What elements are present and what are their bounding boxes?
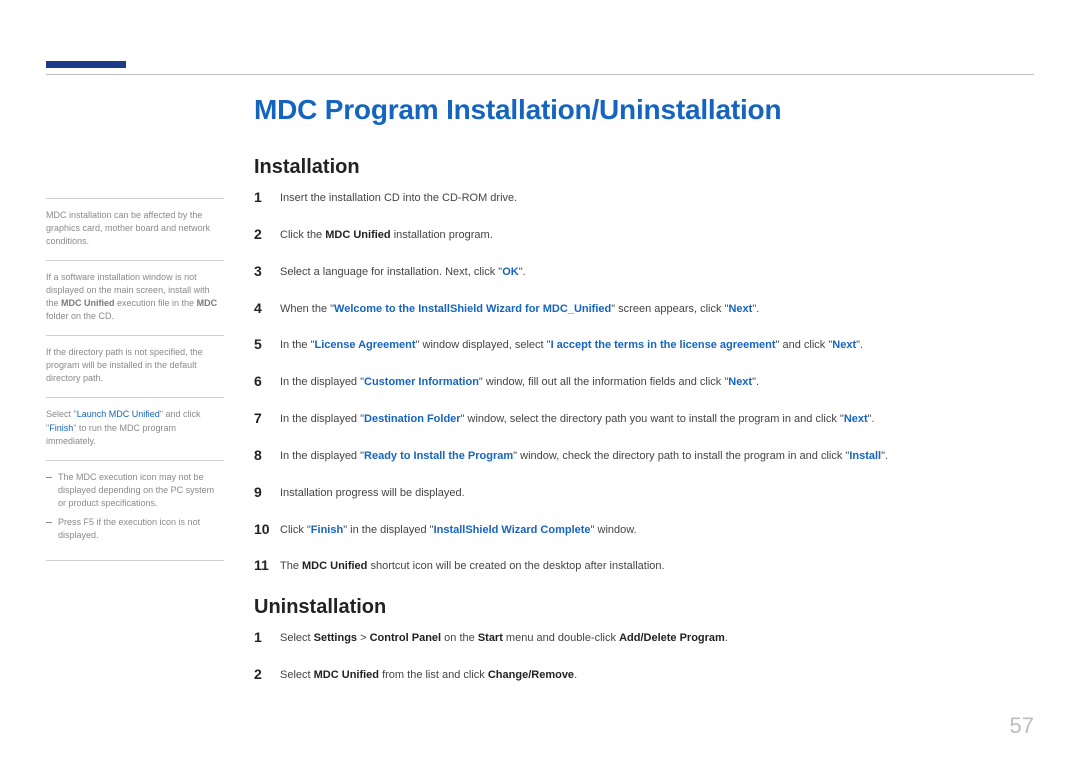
step-text: Insert the installation CD into the CD-R… [280,192,517,204]
step-bold: MDC Unified [325,229,390,241]
step-6: In the displayed "Customer Information" … [254,375,1034,390]
step-text: Select [280,669,314,681]
step-text: ". [881,450,888,462]
step-text: " screen appears, click " [611,303,728,315]
step-highlight: Ready to Install the Program [364,450,513,462]
step-highlight: Finish [311,524,343,536]
note-3: If the directory path is not specified, … [46,335,224,397]
note-text: The MDC execution icon may not be displa… [58,472,214,508]
page-number: 57 [1010,713,1034,739]
step-bold: Start [478,632,503,644]
step-1: Select Settings > Control Panel on the S… [254,631,1034,646]
step-text: on the [441,632,478,644]
step-bold: MDC Unified [302,560,367,572]
step-highlight: I accept the terms in the license agreem… [551,339,776,351]
step-bold: Change/Remove [488,669,574,681]
step-text: ". [752,303,759,315]
note-text: MDC installation can be affected by the … [46,210,210,246]
step-text: Select a language for installation. Next… [280,266,502,278]
step-text: from the list and click [379,669,488,681]
step-text: The [280,560,302,572]
note-highlight: Finish [49,423,73,433]
step-text: " and click " [776,339,833,351]
step-text: > [357,632,370,644]
step-8: In the displayed "Ready to Install the P… [254,449,1034,464]
step-highlight: Destination Folder [364,413,461,425]
note-2: If a software installation window is not… [46,260,224,335]
step-bold: Add/Delete Program [619,632,725,644]
step-text: menu and double-click [503,632,619,644]
accent-bar [46,61,126,68]
section-heading-installation: Installation [254,156,1034,179]
step-text: " in the displayed " [343,524,433,536]
step-bold: Control Panel [370,632,442,644]
step-text: shortcut icon will be created on the des… [367,560,664,572]
step-text: " window, check the directory path to in… [513,450,849,462]
step-text: . [574,669,577,681]
step-11: The MDC Unified shortcut icon will be cr… [254,559,1034,574]
step-highlight: Next [844,413,868,425]
step-highlight: Next [728,376,752,388]
step-text: " window displayed, select " [416,339,551,351]
step-highlight: InstallShield Wizard Complete [434,524,591,536]
step-highlight: Welcome to the InstallShield Wizard for … [334,303,611,315]
horizontal-rule [46,74,1034,75]
step-text: . [725,632,728,644]
step-3: Select a language for installation. Next… [254,265,1034,280]
note-list-item: The MDC execution icon may not be displa… [46,471,224,510]
step-text: " window, fill out all the information f… [479,376,728,388]
step-text: ". [519,266,526,278]
step-highlight: License Agreement [314,339,415,351]
step-text: In the displayed " [280,450,364,462]
step-highlight: Next [728,303,752,315]
step-text: " window. [591,524,637,536]
note-highlight: Launch MDC Unified [77,409,160,419]
uninstallation-steps: Select Settings > Control Panel on the S… [254,631,1034,683]
step-text: In the displayed " [280,376,364,388]
step-1: Insert the installation CD into the CD-R… [254,191,1034,206]
step-4: When the "Welcome to the InstallShield W… [254,302,1034,317]
step-bold: Settings [314,632,357,644]
step-text: In the " [280,339,314,351]
step-highlight: OK [502,266,519,278]
step-5: In the "License Agreement" window displa… [254,338,1034,353]
page-title: MDC Program Installation/Uninstallation [254,94,1034,126]
step-highlight: Install [849,450,881,462]
note-5: The MDC execution icon may not be displa… [46,460,224,561]
installation-steps: Insert the installation CD into the CD-R… [254,191,1034,574]
step-bold: MDC Unified [314,669,379,681]
note-part: Select " [46,409,77,419]
note-text: Press F5 if the execution icon is not di… [58,517,200,540]
note-bold: MDC Unified [61,298,115,308]
step-text: ". [868,413,875,425]
step-text: Select [280,632,314,644]
section-heading-uninstallation: Uninstallation [254,596,1034,619]
note-text: If the directory path is not specified, … [46,347,203,383]
note-bold: MDC [197,298,218,308]
step-9: Installation progress will be displayed. [254,486,1034,501]
step-text: Installation progress will be displayed. [280,487,465,499]
main-content: MDC Program Installation/Uninstallation … [254,94,1034,705]
step-text: In the displayed " [280,413,364,425]
step-text: ". [856,339,863,351]
note-list-item: Press F5 if the execution icon is not di… [46,516,224,542]
step-text: ". [752,376,759,388]
step-7: In the displayed "Destination Folder" wi… [254,412,1034,427]
note-1: MDC installation can be affected by the … [46,198,224,260]
step-text: " window, select the directory path you … [461,413,844,425]
step-text: installation program. [391,229,493,241]
step-2: Click the MDC Unified installation progr… [254,228,1034,243]
step-10: Click "Finish" in the displayed "Install… [254,523,1034,538]
step-highlight: Customer Information [364,376,479,388]
step-text: Click the [280,229,325,241]
sidebar-notes: MDC installation can be affected by the … [46,198,224,561]
step-highlight: Next [832,339,856,351]
note-part: execution file in the [115,298,197,308]
note-part: folder on the CD. [46,311,114,321]
step-2: Select MDC Unified from the list and cli… [254,668,1034,683]
step-text: When the " [280,303,334,315]
page: MDC installation can be affected by the … [0,0,1080,763]
step-text: Click " [280,524,311,536]
note-4: Select "Launch MDC Unified" and click "F… [46,397,224,459]
